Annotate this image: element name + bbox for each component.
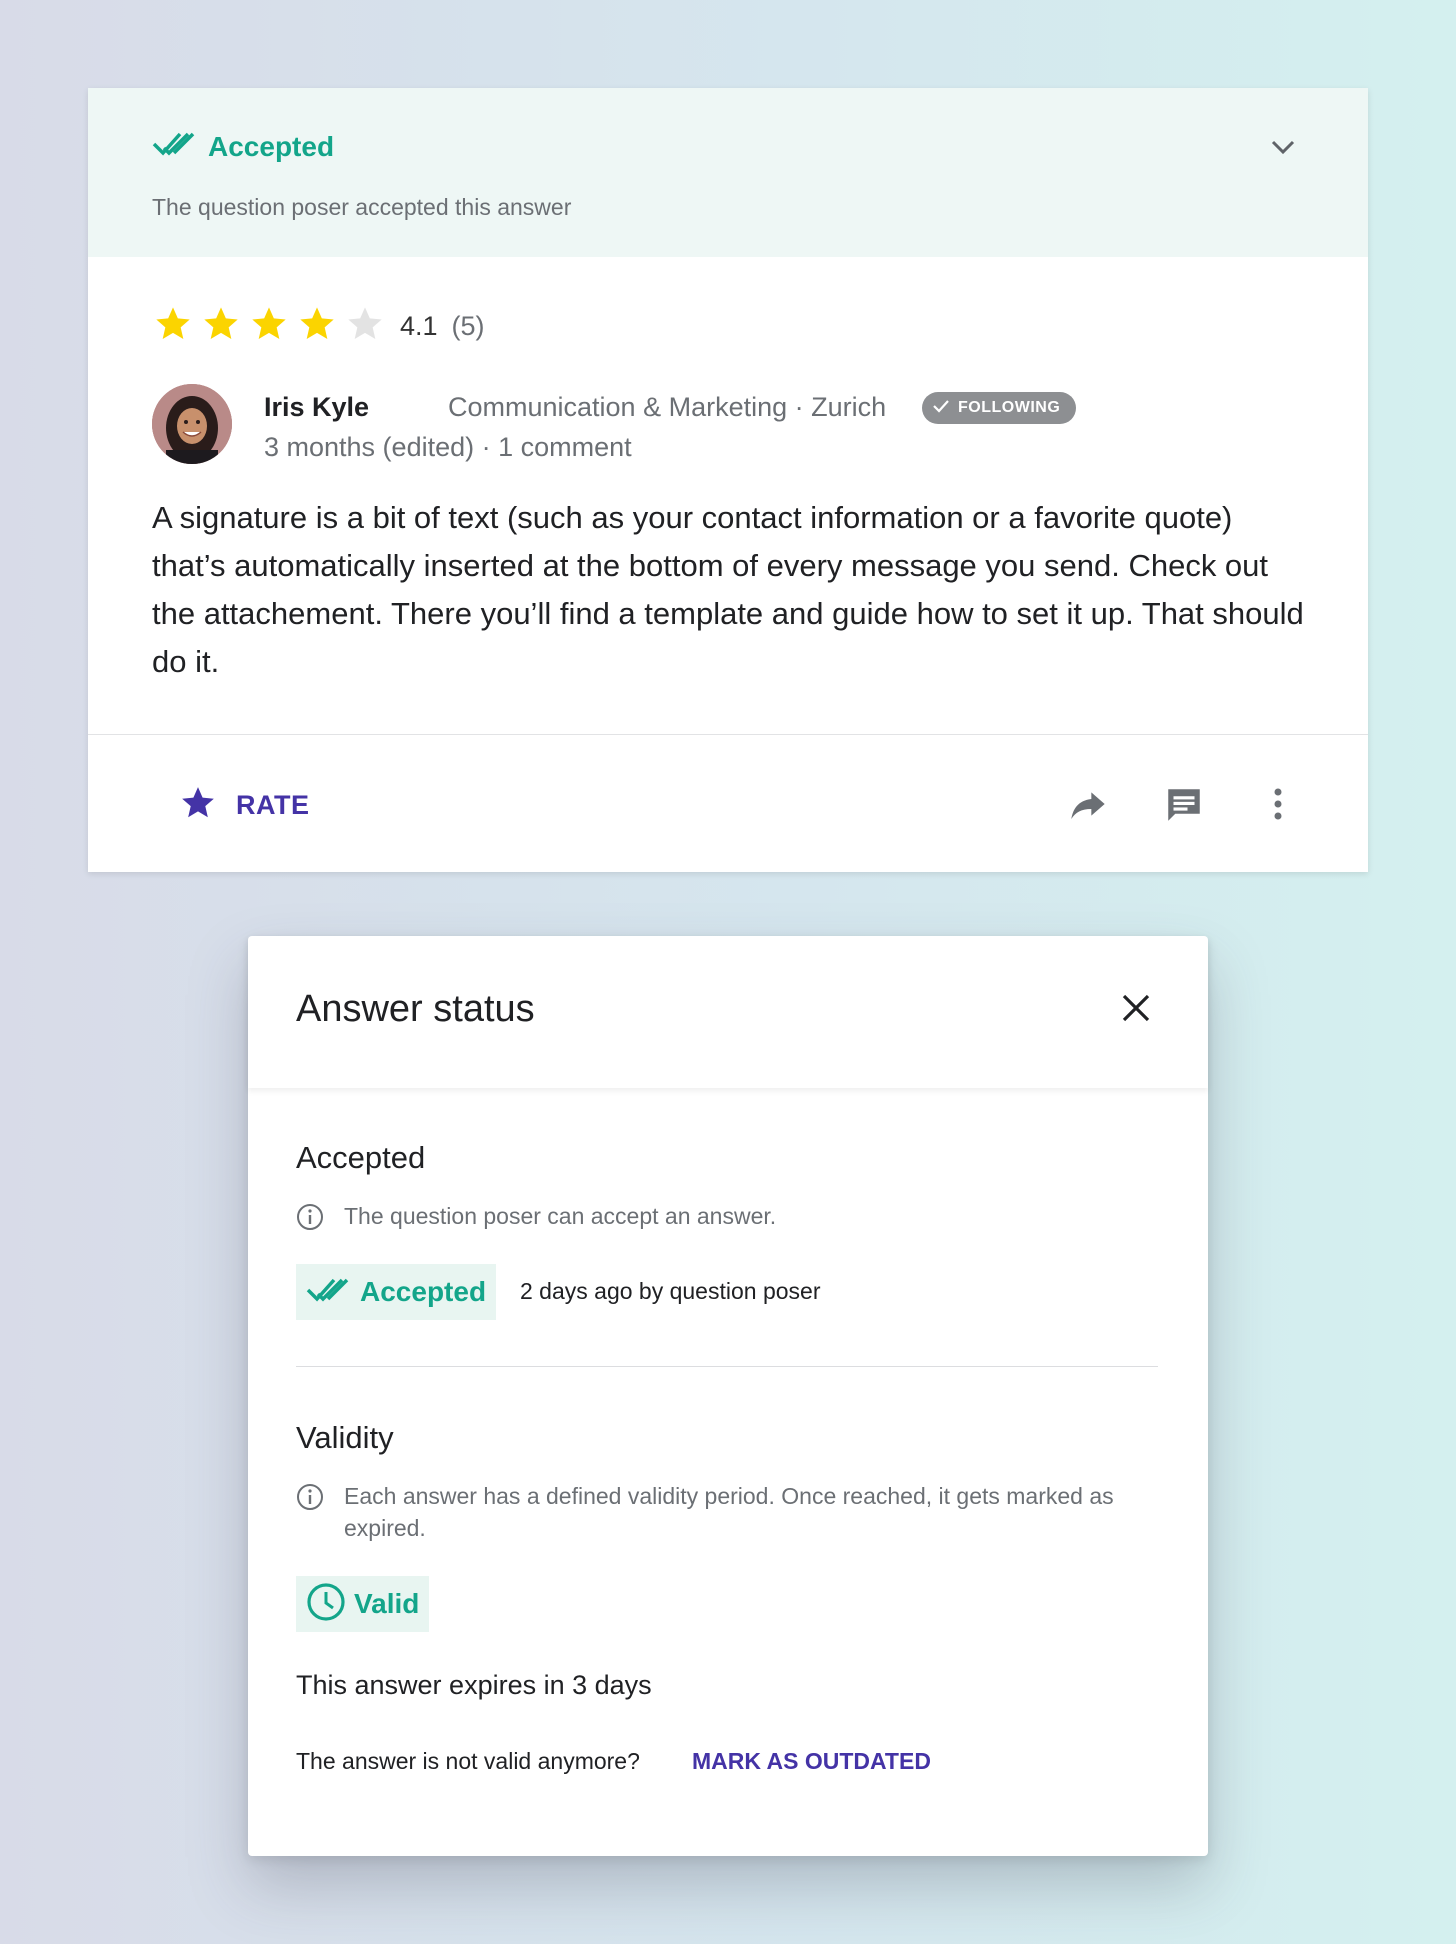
accepted-chip-label: Accepted [360,1276,487,1307]
author-meta: Communication & Marketing · Zurich [448,392,887,422]
valid-chip-label: Valid [354,1588,420,1619]
answer-body: A signature is a bit of text (such as yo… [152,500,1304,679]
star-empty-icon [344,304,392,349]
accepted-info-text: The question poser can accept an answer. [344,1203,777,1229]
accepted-info: The question poser can accept an answer. [296,1200,1136,1236]
accepted-subtitle: The question poser accepted this answer [152,194,572,220]
double-check-icon [306,1276,352,1309]
rate-button[interactable]: RATE [178,784,310,827]
star-icon [152,304,200,349]
comment-icon[interactable] [1162,784,1206,831]
chevron-down-icon[interactable] [1270,138,1296,161]
rating-value: 4.1 [400,311,438,341]
accepted-status: Accepted [152,130,334,163]
section-divider [296,1366,1158,1367]
star-rating: 4.1 (5) [152,304,485,349]
not-valid-question: The answer is not valid anymore? [296,1748,640,1774]
avatar[interactable] [152,384,232,464]
accepted-chip: Accepted [296,1264,497,1320]
share-icon[interactable] [1068,784,1108,829]
validity-info-text: Each answer has a defined validity perio… [344,1483,1114,1541]
answer-status-dialog: Answer status Accepted The question pose… [248,936,1208,1856]
validity-info: Each answer has a defined validity perio… [296,1480,1136,1544]
dialog-title: Answer status [296,988,535,1030]
rating-count: (5) [451,311,485,341]
divider [88,734,1368,735]
author-name[interactable]: Iris Kyle [264,392,369,423]
author-block: Iris Kyle Communication & Marketing · Zu… [152,384,1302,466]
clock-icon [306,1582,346,1627]
rate-label: RATE [236,790,310,820]
following-badge[interactable]: FOLLOWING [922,392,1077,424]
accepted-heading: Accepted [296,1140,426,1175]
info-icon [296,1480,324,1516]
close-icon[interactable] [1120,992,1152,1029]
validity-heading: Validity [296,1420,394,1455]
following-label: FOLLOWING [958,399,1061,416]
accepted-label: Accepted [208,130,335,162]
accepted-detail: 2 days ago by question poser [520,1278,821,1304]
dialog-header: Answer status [248,936,1208,1088]
check-icon [932,399,958,418]
star-icon [296,304,344,349]
star-icon [200,304,248,349]
mark-as-outdated-button[interactable]: MARK AS OUTDATED [692,1748,931,1775]
star-icon [178,784,218,827]
more-vert-icon[interactable] [1266,784,1290,829]
double-check-icon [152,130,198,163]
star-icon [248,304,296,349]
expires-text: This answer expires in 3 days [296,1670,652,1700]
valid-chip: Valid [296,1576,430,1632]
author-time: 3 months (edited) · 1 comment [264,432,632,462]
answer-card: Accepted The question poser accepted thi… [88,88,1368,872]
info-icon [296,1200,324,1236]
accepted-banner: Accepted The question poser accepted thi… [88,88,1368,257]
